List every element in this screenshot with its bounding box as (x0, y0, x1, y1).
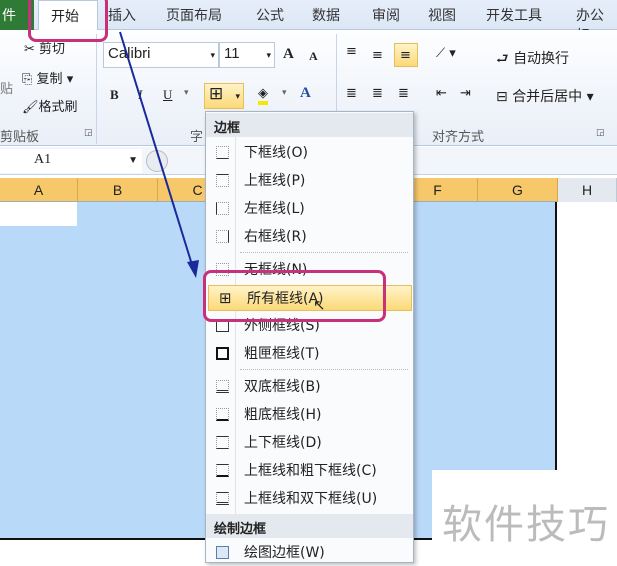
menu-item-top-bottom-border[interactable]: 上下框线(D) (206, 430, 413, 456)
thick-box-border-icon (216, 347, 229, 360)
label: 左框线(L) (244, 201, 305, 217)
menu-item-bottom-border[interactable]: 下框线(O) (206, 140, 413, 166)
label: 右框线(R) (244, 229, 307, 245)
label: 绘图边框(W) (244, 545, 325, 561)
label: 粗匣框线(T) (244, 346, 320, 362)
label: 上框线(P) (244, 173, 306, 189)
top-bottom-border-icon (216, 436, 229, 449)
all-borders-highlight (203, 270, 386, 322)
menu-header-draw-borders: 绘制边框 (206, 514, 413, 538)
label: 双底框线(B) (244, 379, 321, 395)
bottom-border-icon (216, 146, 229, 159)
menu-item-left-border[interactable]: 左框线(L) (206, 196, 413, 222)
menu-item-top-thick-bottom-border[interactable]: 上框线和粗下框线(C) (206, 458, 413, 484)
menu-item-right-border[interactable]: 右框线(R) (206, 224, 413, 250)
label: 上框线和双下框线(U) (244, 491, 378, 507)
label: 下框线(O) (244, 145, 308, 161)
borders-dropdown-menu: 边框 下框线(O) 上框线(P) 左框线(L) 右框线(R) 无框线(N) ⊞ 所… (205, 111, 414, 563)
menu-item-top-double-bottom-border[interactable]: 上框线和双下框线(U) (206, 486, 413, 512)
menu-item-draw-border[interactable]: 绘图边框(W) (206, 540, 413, 566)
label: 粗底框线(H) (244, 407, 322, 423)
pencil-grid-icon (216, 546, 229, 559)
top-double-bottom-border-icon (216, 492, 229, 505)
left-border-icon (216, 202, 229, 215)
menu-item-thick-box-border[interactable]: 粗匣框线(T) (206, 341, 413, 367)
label: 上框线和粗下框线(C) (244, 463, 377, 479)
thick-bottom-border-icon (216, 408, 229, 421)
menu-item-top-border[interactable]: 上框线(P) (206, 168, 413, 194)
label: 上下框线(D) (244, 435, 322, 451)
top-thick-bottom-border-icon (216, 464, 229, 477)
home-tab-highlight (28, 0, 108, 42)
right-border-icon (216, 230, 229, 243)
menu-item-thick-bottom-border[interactable]: 粗底框线(H) (206, 402, 413, 428)
top-border-icon (216, 174, 229, 187)
double-bottom-border-icon (216, 380, 229, 393)
menu-header-borders: 边框 (206, 113, 413, 137)
menu-item-double-bottom-border[interactable]: 双底框线(B) (206, 374, 413, 400)
